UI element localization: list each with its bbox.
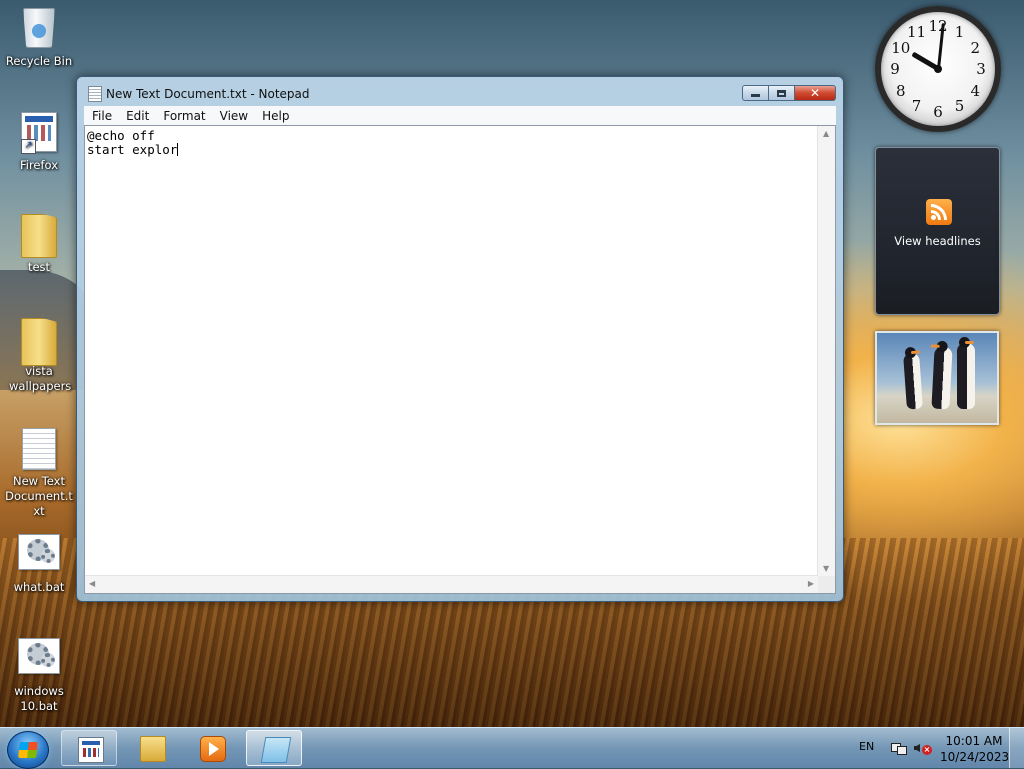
start-button[interactable] xyxy=(7,731,49,769)
desktop-icon-label: Firefox xyxy=(19,158,59,172)
folder-icon xyxy=(18,214,60,258)
minimize-button[interactable] xyxy=(742,85,768,101)
vertical-scrollbar[interactable]: ▲ ▼ xyxy=(817,126,835,576)
clock-time: 10:01 AM xyxy=(945,734,1003,748)
clock-center-pin xyxy=(934,65,942,73)
desktop-icon-label: what.bat xyxy=(13,580,65,594)
close-button[interactable]: ✕ xyxy=(794,85,836,101)
scroll-down-arrow-icon[interactable]: ▼ xyxy=(823,564,829,573)
taskbar-app-notepad[interactable] xyxy=(246,730,302,766)
feed-headlines-gadget[interactable]: View headlines xyxy=(875,147,1000,315)
taskbar-app-explorer[interactable] xyxy=(124,730,180,766)
clock-numeral: 9 xyxy=(890,60,900,78)
language-indicator[interactable]: EN xyxy=(859,740,874,753)
notepad-icon xyxy=(260,737,292,763)
rss-icon xyxy=(926,199,952,225)
view-headlines-link[interactable]: View headlines xyxy=(876,234,999,248)
scrollbar-corner xyxy=(818,576,835,593)
folder-icon xyxy=(140,736,166,762)
folder-icon xyxy=(18,318,60,366)
text-editor[interactable]: @echo off start explor ▲ ▼ ◀ ▶ xyxy=(84,125,836,594)
slideshow-gadget[interactable] xyxy=(875,331,999,425)
minimize-icon xyxy=(751,94,760,97)
maximize-icon xyxy=(777,89,786,97)
horizontal-scrollbar[interactable]: ◀ ▶ xyxy=(85,575,818,593)
menu-format[interactable]: Format xyxy=(156,109,212,123)
title-bar[interactable]: New Text Document.txt - Notepad ✕ xyxy=(77,77,843,107)
text-line: start explor xyxy=(87,141,178,157)
clock-date: 10/24/2023 xyxy=(940,750,1010,764)
windows-logo-icon xyxy=(18,742,38,758)
taskbar: EN × 10:01 AM 10/24/2023 xyxy=(0,727,1024,769)
desktop-icon-label: vista wallpapers xyxy=(9,364,72,393)
desktop-icon-what-bat[interactable]: what.bat xyxy=(0,530,78,595)
batch-file-icon xyxy=(18,534,60,576)
shortcut-arrow-icon: ↗ xyxy=(21,139,36,154)
text-file-icon xyxy=(18,428,60,470)
clock-numeral: 2 xyxy=(970,38,980,57)
clock-numeral: 10 xyxy=(891,38,911,57)
recycle-bin-icon xyxy=(18,8,60,50)
menu-file[interactable]: File xyxy=(84,109,119,123)
show-desktop-button[interactable] xyxy=(1009,728,1024,768)
clock-numeral: 6 xyxy=(933,103,943,121)
desktop-icon-windows-10-bat[interactable]: windows 10.bat xyxy=(0,634,78,714)
shortcut-app-icon: ↗ xyxy=(18,112,60,154)
desktop-icon-vista-wallpapers[interactable]: vista wallpapers xyxy=(0,318,78,394)
taskbar-app-media-player[interactable] xyxy=(184,730,240,766)
clock-gadget[interactable]: 12 1 2 3 4 5 6 7 8 9 10 11 xyxy=(875,6,1001,132)
maximize-button[interactable] xyxy=(768,85,794,101)
desktop-icon-label: windows 10.bat xyxy=(14,684,64,713)
penguin-image xyxy=(903,346,923,410)
desktop-icon-recycle-bin[interactable]: Recycle Bin xyxy=(0,6,78,69)
media-player-icon xyxy=(200,736,226,762)
desktop-icon-firefox[interactable]: ↗ Firefox xyxy=(0,112,78,173)
app-icon xyxy=(78,737,104,763)
text-caret xyxy=(177,142,179,156)
notepad-icon xyxy=(88,86,102,102)
menu-help[interactable]: Help xyxy=(255,109,296,123)
clock-numeral: 5 xyxy=(954,97,965,116)
system-clock[interactable]: 10:01 AM 10/24/2023 xyxy=(940,733,1010,765)
close-icon: ✕ xyxy=(809,86,821,100)
editor-text[interactable]: @echo off start explor xyxy=(87,128,818,576)
desktop-icon-new-text-document[interactable]: New Text Document.txt xyxy=(0,428,78,519)
clock-numeral: 12 xyxy=(928,17,948,35)
text-line-with-caret: start explor xyxy=(87,141,818,157)
window-title: New Text Document.txt - Notepad xyxy=(106,87,310,101)
scroll-left-arrow-icon[interactable]: ◀ xyxy=(89,579,95,588)
desktop-icon-label: test xyxy=(27,260,51,274)
taskbar-app-shortcut[interactable] xyxy=(61,730,117,766)
menu-view[interactable]: View xyxy=(213,109,255,123)
text-line: @echo off xyxy=(87,128,155,143)
network-icon[interactable] xyxy=(891,741,907,755)
menu-edit[interactable]: Edit xyxy=(119,109,156,123)
desktop-icon-label: New Text Document.txt xyxy=(5,474,73,518)
scroll-right-arrow-icon[interactable]: ▶ xyxy=(808,579,814,588)
desktop-icon-test-folder[interactable]: test xyxy=(0,214,78,275)
penguin-image xyxy=(957,337,975,409)
clock-numeral: 11 xyxy=(906,22,927,41)
desktop-icon-label: Recycle Bin xyxy=(5,54,73,68)
clock-numeral: 8 xyxy=(895,81,906,100)
penguin-image xyxy=(930,340,953,410)
clock-numeral: 3 xyxy=(976,60,986,78)
volume-muted-icon[interactable]: × xyxy=(914,741,932,755)
scroll-up-arrow-icon[interactable]: ▲ xyxy=(823,129,829,138)
notepad-window[interactable]: New Text Document.txt - Notepad ✕ File E… xyxy=(76,76,844,602)
menu-bar: File Edit Format View Help xyxy=(84,106,836,125)
batch-file-icon xyxy=(18,638,60,680)
clock-numeral: 7 xyxy=(911,97,922,116)
